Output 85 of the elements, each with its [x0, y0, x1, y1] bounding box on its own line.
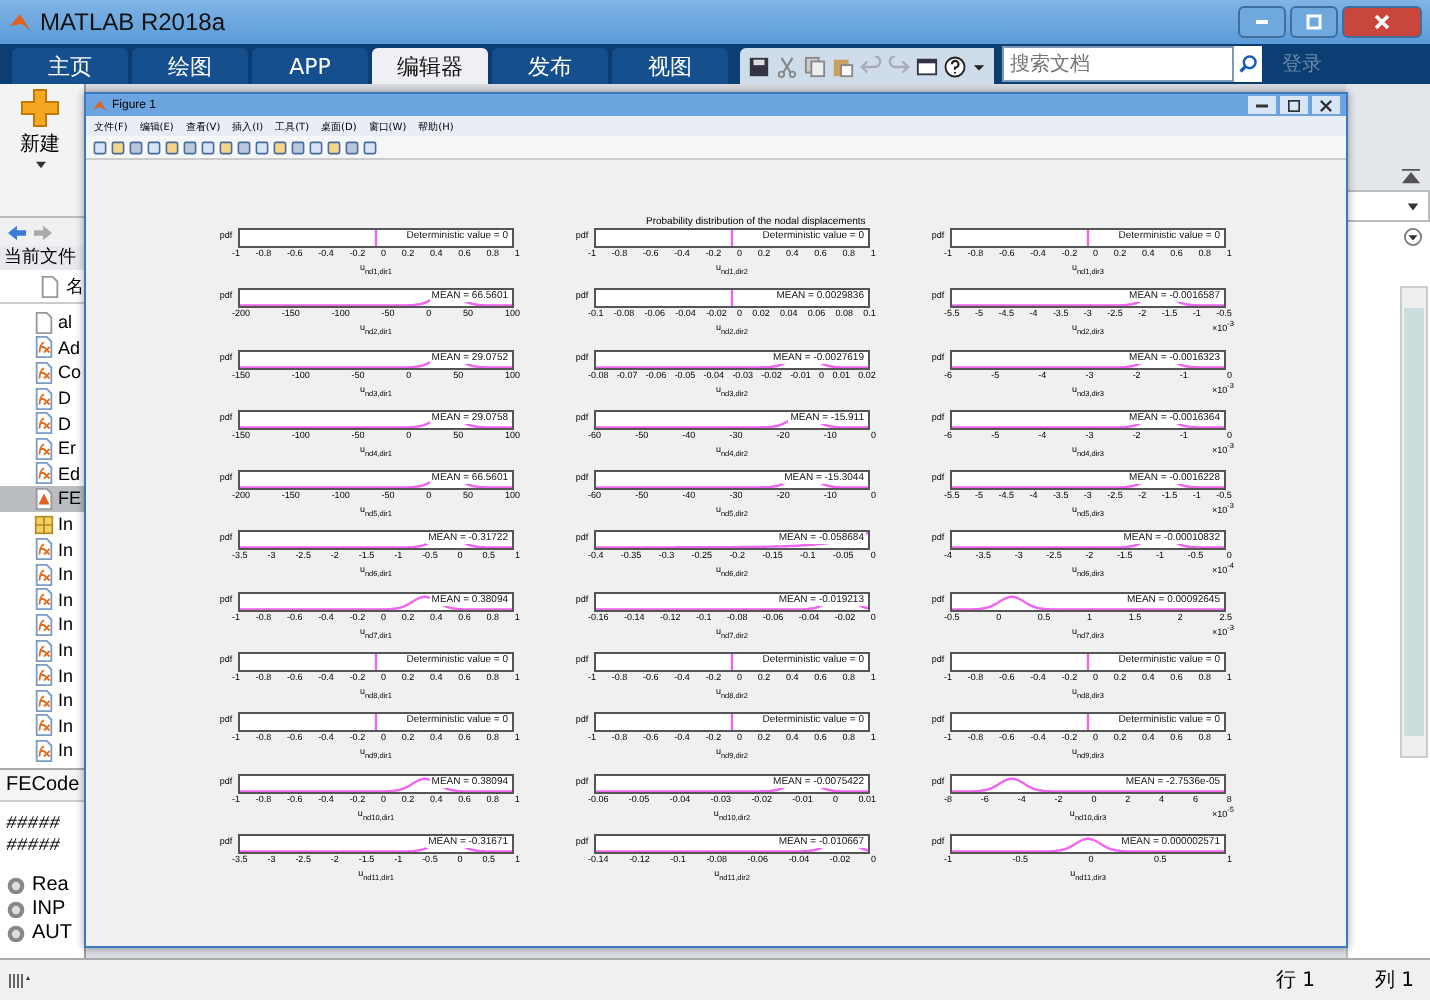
window-title: MATLAB R2018a	[40, 8, 225, 36]
row-indicator: 行 1	[1275, 968, 1315, 994]
function-file-icon	[34, 336, 54, 359]
file-item[interactable]: In	[0, 561, 84, 588]
table-icon	[34, 513, 54, 536]
ribbon-tab[interactable]: 发布	[492, 48, 608, 84]
minimize-icon	[1256, 20, 1268, 24]
details-item[interactable]: INP	[6, 897, 78, 922]
window-switch-icon[interactable]	[916, 55, 938, 77]
details-title: FECode	[0, 769, 84, 802]
file-item[interactable]: D	[0, 410, 84, 436]
file-item[interactable]: Er	[0, 435, 84, 462]
collapse-icon[interactable]	[1400, 168, 1422, 186]
file-item[interactable]: In	[0, 713, 84, 739]
panel-menu-icon[interactable]	[1404, 227, 1422, 245]
minimize-button[interactable]	[1238, 6, 1286, 38]
function-file-icon	[34, 664, 54, 687]
function-file-icon	[34, 538, 54, 561]
function-file-icon	[34, 437, 54, 460]
copy-icon[interactable]	[804, 55, 826, 77]
ribbon-tab[interactable]: 视图	[612, 48, 728, 84]
file-item[interactable]: Ed	[0, 461, 84, 487]
chain-icon	[6, 923, 26, 944]
file-item[interactable]: In	[0, 612, 84, 638]
plus-icon	[20, 88, 60, 128]
file-item[interactable]: Ad	[0, 335, 84, 361]
doc-icon	[34, 311, 54, 334]
function-file-icon	[34, 689, 54, 712]
caret-icon	[33, 160, 47, 170]
minimize-button[interactable]	[1248, 96, 1276, 114]
chain-icon	[6, 875, 26, 896]
function-file-icon	[34, 462, 54, 485]
file-item[interactable]: al	[0, 310, 84, 336]
column-indicator: 列 1	[1374, 968, 1414, 994]
ribbon-tab[interactable]: 绘图	[132, 48, 248, 84]
function-file-icon	[34, 714, 54, 737]
function-file-icon	[34, 588, 54, 611]
file-item[interactable]: In	[0, 587, 84, 613]
function-file-icon	[34, 739, 54, 762]
ribbon-tab[interactable]: 主页	[12, 48, 128, 84]
search-field[interactable]: 搜索文档	[1002, 46, 1234, 82]
comment-line: #####	[6, 835, 63, 858]
minimize-icon	[1256, 103, 1268, 107]
details-item[interactable]: AUT	[6, 921, 78, 946]
chain-icon	[6, 899, 26, 920]
function-file-icon	[34, 563, 54, 586]
script-file-icon	[34, 487, 54, 510]
logo-icon	[8, 10, 32, 34]
doc-icon	[40, 275, 60, 297]
ribbon-tab[interactable]: APP	[252, 48, 368, 84]
search-icon	[1234, 46, 1262, 82]
file-item[interactable]: In	[0, 662, 84, 688]
grip-icon[interactable]	[8, 970, 32, 990]
close-icon	[1320, 99, 1332, 111]
file-item[interactable]: In	[0, 738, 84, 764]
file-item[interactable]: In	[0, 536, 84, 562]
column-header[interactable]: 名	[66, 273, 84, 299]
maximize-button[interactable]	[1280, 96, 1308, 114]
scrollbar[interactable]	[1400, 286, 1428, 758]
file-item[interactable]: In	[0, 511, 84, 537]
maximize-button[interactable]	[1290, 6, 1338, 38]
panel-header: 当前文件	[0, 246, 84, 270]
close-button[interactable]	[1342, 6, 1422, 38]
maximize-icon	[1306, 14, 1322, 30]
ribbon-tab[interactable]: 编辑器	[372, 48, 488, 84]
function-file-icon	[34, 387, 54, 410]
file-item[interactable]: Co	[0, 360, 84, 386]
file-item[interactable]: In	[0, 687, 84, 713]
function-file-icon	[34, 613, 54, 636]
function-file-icon	[34, 412, 54, 435]
maximize-icon	[1288, 99, 1300, 111]
file-item[interactable]: FE	[0, 486, 84, 512]
paste-icon[interactable]	[832, 55, 854, 77]
back-arrow-icon[interactable]	[6, 223, 28, 241]
comment-line: #####	[6, 813, 63, 836]
details-item[interactable]: Rea	[6, 873, 78, 898]
function-file-icon	[34, 639, 54, 662]
function-file-icon	[34, 361, 54, 384]
help-icon[interactable]	[944, 55, 966, 77]
file-item[interactable]: In	[0, 637, 84, 663]
dropdown-icon[interactable]	[972, 59, 986, 73]
dropdown-icon[interactable]	[1406, 199, 1420, 213]
close-button[interactable]	[1312, 96, 1340, 114]
close-icon	[1374, 14, 1390, 30]
file-item[interactable]: D	[0, 385, 84, 411]
